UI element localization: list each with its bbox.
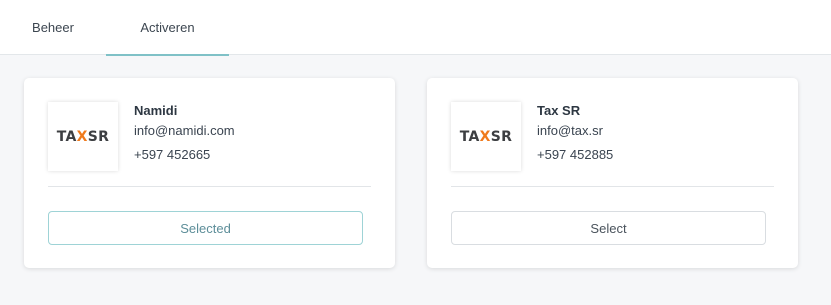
- company-name: Tax SR: [537, 103, 581, 118]
- tab-label: Activeren: [140, 20, 195, 35]
- company-phone: +597 452665: [134, 147, 211, 162]
- tab-beheer[interactable]: Beheer: [0, 0, 106, 55]
- tab-label: Beheer: [32, 20, 74, 35]
- company-card: TAXSR Namidi info@namidi.com +597 452665…: [24, 78, 395, 268]
- company-logo: TAXSR: [48, 102, 118, 171]
- company-logo: TAXSR: [451, 102, 521, 171]
- company-card: TAXSR Tax SR info@tax.sr +597 452885 Sel…: [427, 78, 798, 268]
- divider: [451, 186, 774, 187]
- select-button[interactable]: Select: [451, 211, 766, 245]
- company-phone: +597 452885: [537, 147, 614, 162]
- company-email: info@namidi.com: [134, 123, 235, 138]
- tab-activeren[interactable]: Activeren: [106, 0, 229, 56]
- company-name: Namidi: [134, 103, 178, 118]
- taxsr-logo: TAXSR: [459, 128, 513, 145]
- company-info: Tax SR info@tax.sr +597 452885: [537, 103, 613, 171]
- company-info: Namidi info@namidi.com +597 452665: [134, 103, 235, 171]
- selected-button[interactable]: Selected: [48, 211, 363, 245]
- divider: [48, 186, 371, 187]
- company-email: info@tax.sr: [537, 123, 603, 138]
- tab-bar: Beheer Activeren: [0, 0, 831, 56]
- taxsr-logo: TAXSR: [56, 128, 110, 145]
